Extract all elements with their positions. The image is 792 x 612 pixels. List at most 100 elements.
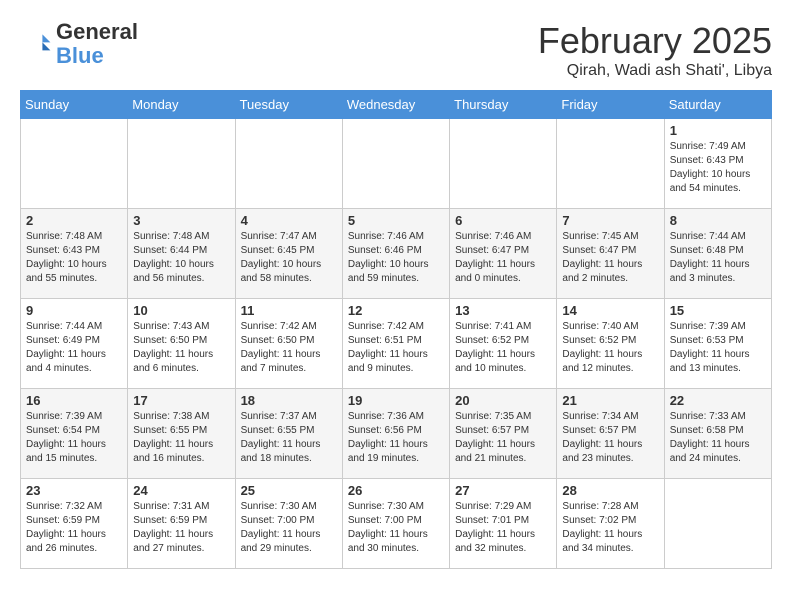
day-info: Sunrise: 7:42 AM Sunset: 6:50 PM Dayligh…: [241, 320, 337, 376]
day-number: 9: [26, 303, 122, 318]
day-number: 12: [348, 303, 444, 318]
day-info: Sunrise: 7:46 AM Sunset: 6:47 PM Dayligh…: [455, 230, 551, 286]
day-info: Sunrise: 7:49 AM Sunset: 6:43 PM Dayligh…: [670, 140, 766, 196]
calendar-cell: 19Sunrise: 7:36 AM Sunset: 6:56 PM Dayli…: [342, 389, 449, 479]
day-number: 16: [26, 393, 122, 408]
calendar-cell: 8Sunrise: 7:44 AM Sunset: 6:48 PM Daylig…: [664, 209, 771, 299]
calendar-cell: [664, 479, 771, 569]
day-info: Sunrise: 7:32 AM Sunset: 6:59 PM Dayligh…: [26, 500, 122, 556]
calendar-week-3: 9 Sunrise: 7:44 AM Sunset: 6:49 PM Daylig…: [21, 299, 772, 389]
day-info: Sunrise: 7:45 AM Sunset: 6:47 PM Dayligh…: [562, 230, 658, 286]
month-title: February 2025: [538, 20, 772, 62]
calendar-cell: 2Sunrise: 7:48 AM Sunset: 6:43 PM Daylig…: [21, 209, 128, 299]
day-info: Sunrise: 7:38 AM Sunset: 6:55 PM Dayligh…: [133, 410, 229, 466]
calendar-cell: 9 Sunrise: 7:44 AM Sunset: 6:49 PM Daylig…: [21, 299, 128, 389]
day-info: Sunrise: 7:48 AM Sunset: 6:43 PM Dayligh…: [26, 230, 122, 286]
day-info: Sunrise: 7:37 AM Sunset: 6:55 PM Dayligh…: [241, 410, 337, 466]
calendar-cell: 7 Sunrise: 7:45 AM Sunset: 6:47 PM Daylig…: [557, 209, 664, 299]
calendar-week-5: 23 Sunrise: 7:32 AM Sunset: 6:59 PM Dayli…: [21, 479, 772, 569]
calendar-cell: 4Sunrise: 7:47 AM Sunset: 6:45 PM Daylig…: [235, 209, 342, 299]
calendar-cell: [342, 119, 449, 209]
logo: General Blue: [20, 20, 138, 68]
day-header-tuesday: Tuesday: [235, 91, 342, 119]
day-number: 11: [241, 303, 337, 318]
calendar-cell: 17 Sunrise: 7:38 AM Sunset: 6:55 PM Dayli…: [128, 389, 235, 479]
day-header-monday: Monday: [128, 91, 235, 119]
day-info: Sunrise: 7:39 AM Sunset: 6:54 PM Dayligh…: [26, 410, 122, 466]
logo-icon: [20, 28, 52, 60]
day-number: 3: [133, 213, 229, 228]
calendar-cell: 22 Sunrise: 7:33 AM Sunset: 6:58 PM Dayli…: [664, 389, 771, 479]
day-info: Sunrise: 7:44 AM Sunset: 6:49 PM Dayligh…: [26, 320, 122, 376]
day-number: 23: [26, 483, 122, 498]
calendar-cell: [557, 119, 664, 209]
day-info: Sunrise: 7:39 AM Sunset: 6:53 PM Dayligh…: [670, 320, 766, 376]
day-header-thursday: Thursday: [450, 91, 557, 119]
calendar-cell: 24 Sunrise: 7:31 AM Sunset: 6:59 PM Dayli…: [128, 479, 235, 569]
day-info: Sunrise: 7:40 AM Sunset: 6:52 PM Dayligh…: [562, 320, 658, 376]
calendar-cell: 3 Sunrise: 7:48 AM Sunset: 6:44 PM Daylig…: [128, 209, 235, 299]
day-info: Sunrise: 7:42 AM Sunset: 6:51 PM Dayligh…: [348, 320, 444, 376]
day-number: 13: [455, 303, 551, 318]
day-header-friday: Friday: [557, 91, 664, 119]
day-header-saturday: Saturday: [664, 91, 771, 119]
day-number: 10: [133, 303, 229, 318]
calendar-header-row: SundayMondayTuesdayWednesdayThursdayFrid…: [21, 91, 772, 119]
calendar-cell: 1 Sunrise: 7:49 AM Sunset: 6:43 PM Daylig…: [664, 119, 771, 209]
calendar: SundayMondayTuesdayWednesdayThursdayFrid…: [20, 90, 772, 569]
day-info: Sunrise: 7:29 AM Sunset: 7:01 PM Dayligh…: [455, 500, 551, 556]
calendar-cell: 20Sunrise: 7:35 AM Sunset: 6:57 PM Dayli…: [450, 389, 557, 479]
calendar-cell: 25 Sunrise: 7:30 AM Sunset: 7:00 PM Dayli…: [235, 479, 342, 569]
day-header-sunday: Sunday: [21, 91, 128, 119]
calendar-cell: [235, 119, 342, 209]
calendar-cell: 23 Sunrise: 7:32 AM Sunset: 6:59 PM Dayli…: [21, 479, 128, 569]
title-section: February 2025 Qirah, Wadi ash Shati', Li…: [538, 20, 772, 80]
calendar-cell: 18 Sunrise: 7:37 AM Sunset: 6:55 PM Dayli…: [235, 389, 342, 479]
calendar-cell: 10 Sunrise: 7:43 AM Sunset: 6:50 PM Dayli…: [128, 299, 235, 389]
location: Qirah, Wadi ash Shati', Libya: [538, 62, 772, 80]
day-info: Sunrise: 7:46 AM Sunset: 6:46 PM Dayligh…: [348, 230, 444, 286]
day-number: 6: [455, 213, 551, 228]
day-number: 25: [241, 483, 337, 498]
day-number: 27: [455, 483, 551, 498]
day-number: 17: [133, 393, 229, 408]
calendar-cell: 13 Sunrise: 7:41 AM Sunset: 6:52 PM Dayli…: [450, 299, 557, 389]
day-info: Sunrise: 7:30 AM Sunset: 7:00 PM Dayligh…: [348, 500, 444, 556]
calendar-cell: 14 Sunrise: 7:40 AM Sunset: 6:52 PM Dayli…: [557, 299, 664, 389]
calendar-cell: 12 Sunrise: 7:42 AM Sunset: 6:51 PM Dayli…: [342, 299, 449, 389]
day-number: 19: [348, 393, 444, 408]
day-info: Sunrise: 7:30 AM Sunset: 7:00 PM Dayligh…: [241, 500, 337, 556]
day-number: 26: [348, 483, 444, 498]
day-header-wednesday: Wednesday: [342, 91, 449, 119]
calendar-cell: 5Sunrise: 7:46 AM Sunset: 6:46 PM Daylig…: [342, 209, 449, 299]
logo-text: General Blue: [56, 20, 138, 68]
header: General Blue February 2025 Qirah, Wadi a…: [20, 20, 772, 80]
day-number: 8: [670, 213, 766, 228]
day-number: 1: [670, 123, 766, 138]
day-number: 28: [562, 483, 658, 498]
day-info: Sunrise: 7:34 AM Sunset: 6:57 PM Dayligh…: [562, 410, 658, 466]
day-info: Sunrise: 7:41 AM Sunset: 6:52 PM Dayligh…: [455, 320, 551, 376]
day-number: 24: [133, 483, 229, 498]
day-info: Sunrise: 7:33 AM Sunset: 6:58 PM Dayligh…: [670, 410, 766, 466]
day-info: Sunrise: 7:43 AM Sunset: 6:50 PM Dayligh…: [133, 320, 229, 376]
day-number: 21: [562, 393, 658, 408]
calendar-week-4: 16 Sunrise: 7:39 AM Sunset: 6:54 PM Dayli…: [21, 389, 772, 479]
calendar-cell: 11 Sunrise: 7:42 AM Sunset: 6:50 PM Dayli…: [235, 299, 342, 389]
calendar-cell: 28 Sunrise: 7:28 AM Sunset: 7:02 PM Dayli…: [557, 479, 664, 569]
day-number: 14: [562, 303, 658, 318]
calendar-cell: 16 Sunrise: 7:39 AM Sunset: 6:54 PM Dayli…: [21, 389, 128, 479]
calendar-week-1: 1 Sunrise: 7:49 AM Sunset: 6:43 PM Daylig…: [21, 119, 772, 209]
day-number: 7: [562, 213, 658, 228]
day-number: 18: [241, 393, 337, 408]
calendar-cell: [128, 119, 235, 209]
day-info: Sunrise: 7:28 AM Sunset: 7:02 PM Dayligh…: [562, 500, 658, 556]
day-number: 20: [455, 393, 551, 408]
calendar-cell: 21 Sunrise: 7:34 AM Sunset: 6:57 PM Dayli…: [557, 389, 664, 479]
calendar-cell: 27 Sunrise: 7:29 AM Sunset: 7:01 PM Dayli…: [450, 479, 557, 569]
day-info: Sunrise: 7:31 AM Sunset: 6:59 PM Dayligh…: [133, 500, 229, 556]
day-info: Sunrise: 7:48 AM Sunset: 6:44 PM Dayligh…: [133, 230, 229, 286]
calendar-week-2: 2Sunrise: 7:48 AM Sunset: 6:43 PM Daylig…: [21, 209, 772, 299]
calendar-cell: 26 Sunrise: 7:30 AM Sunset: 7:00 PM Dayli…: [342, 479, 449, 569]
day-number: 22: [670, 393, 766, 408]
